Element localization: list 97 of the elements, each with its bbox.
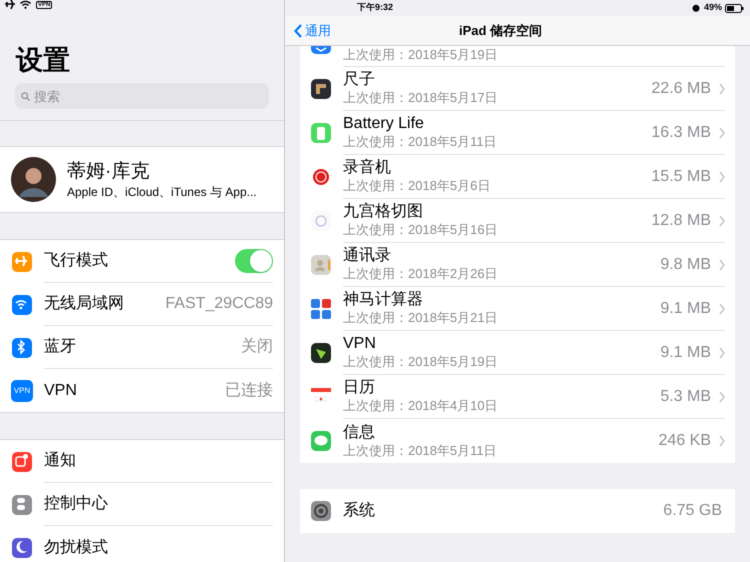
app-size: 246 KB <box>658 431 711 451</box>
app-row[interactable]: Battery Life 上次使用：2018年5月11日 16.3 MB <box>300 111 735 155</box>
airplane-icon <box>5 0 15 9</box>
app-size: 5.3 MB <box>660 386 711 406</box>
app-name: 录音机 <box>343 158 392 177</box>
app-name: Battery Life <box>343 114 425 133</box>
app-size: 9.8 MB <box>660 254 711 274</box>
vpn-icon: VPN <box>11 380 33 402</box>
setting-label: 通知 <box>44 450 77 471</box>
app-icon <box>310 78 332 100</box>
app-row[interactable]: 日历 上次使用：2018年4月10日 5.3 MB <box>300 375 735 419</box>
setting-label: VPN <box>44 380 78 400</box>
last-used-date: 上次使用：2018年5月19日 <box>343 353 499 371</box>
settings-row[interactable]: 无线局域网 FAST_29CC89 <box>0 283 284 326</box>
setting-value: 关闭 <box>241 336 273 357</box>
last-used-date: 上次使用：2018年5月6日 <box>343 177 492 195</box>
battery-icon <box>725 4 744 12</box>
system-size: 6.75 GB <box>663 501 722 521</box>
profile-row[interactable]: 蒂姆·库克 Apple ID、iCloud、iTunes 与 App... <box>0 146 284 213</box>
app-name: 九宫格切图 <box>343 202 424 221</box>
search-field[interactable]: 搜索 <box>15 83 269 109</box>
last-used-date: 上次使用：2018年5月11日 <box>343 442 498 460</box>
chevron-icon <box>719 214 725 226</box>
battery-percent: 49% <box>704 1 722 14</box>
chevron-icon <box>719 82 725 94</box>
app-name: 通讯录 <box>343 246 392 265</box>
last-used-date: 上次使用：2018年4月10日 <box>343 397 499 415</box>
last-used-date: 上次使用：2018年5月17日 <box>343 89 499 107</box>
app-row[interactable]: 通讯录 上次使用：2018年2月26日 9.8 MB <box>300 243 735 287</box>
app-size: 22.6 MB <box>651 78 711 98</box>
app-row[interactable]: 信息 上次使用：2018年5月11日 246 KB <box>300 419 735 463</box>
chevron-icon <box>719 258 725 270</box>
search-icon <box>21 92 30 101</box>
app-row[interactable]: VPN 上次使用：2018年5月19日 9.1 MB <box>300 331 735 375</box>
app-size: 9.1 MB <box>660 298 711 318</box>
alarm-icon <box>692 4 700 12</box>
airplane-icon <box>11 250 33 272</box>
system-label: 系统 <box>343 500 376 521</box>
settings-row[interactable]: 勿扰模式 <box>0 526 284 562</box>
setting-label: 勿扰模式 <box>44 538 109 558</box>
settings-row[interactable]: VPN VPN 已连接 <box>0 369 284 412</box>
toggle-switch[interactable] <box>235 249 273 273</box>
app-size: 15.5 MB <box>651 166 711 186</box>
app-icon <box>310 122 332 144</box>
app-icon <box>310 166 332 188</box>
chevron-icon <box>719 346 725 358</box>
settings-row[interactable]: 飞行模式 <box>0 240 284 283</box>
app-size: 9.1 MB <box>660 342 711 362</box>
profile-subtitle: Apple ID、iCloud、iTunes 与 App... <box>67 184 257 200</box>
chevron-icon <box>719 302 725 314</box>
wifi-icon <box>20 0 31 9</box>
wifi-icon <box>11 294 33 316</box>
app-icon <box>310 298 332 320</box>
app-size: 12.8 MB <box>651 210 711 230</box>
avatar-icon <box>11 157 56 202</box>
chevron-icon <box>719 435 725 447</box>
settings-row[interactable]: 蓝牙 关闭 <box>0 326 284 369</box>
app-row[interactable]: 神马计算器 上次使用：2018年5月21日 9.1 MB <box>300 287 735 331</box>
chevron-icon <box>719 126 725 138</box>
switches-icon <box>11 494 33 516</box>
settings-row[interactable]: 控制中心 <box>0 483 284 526</box>
moon-icon <box>11 536 33 558</box>
gear-icon <box>310 500 332 522</box>
app-row[interactable]: 录音机 上次使用：2018年5月6日 15.5 MB <box>300 155 735 199</box>
settings-row[interactable]: 通知 <box>0 440 284 483</box>
app-name: VPN <box>343 334 377 353</box>
app-size: 16.3 MB <box>651 122 711 142</box>
back-button[interactable]: 通用 <box>285 20 331 40</box>
setting-value: FAST_29CC89 <box>165 294 273 314</box>
setting-value: 已连接 <box>225 380 273 400</box>
app-row[interactable]: 九宫格切图 上次使用：2018年5月16日 12.8 MB <box>300 199 735 243</box>
last-used-date: 上次使用：2018年5月11日 <box>343 133 498 151</box>
app-name: 尺子 <box>343 70 376 89</box>
setting-label: 飞行模式 <box>44 250 109 271</box>
last-used-date: 上次使用：2018年5月16日 <box>343 221 499 239</box>
status-time: 下午9:32 <box>357 1 394 14</box>
app-name: 信息 <box>343 422 376 442</box>
back-chevron-icon <box>294 24 302 38</box>
setting-label: 控制中心 <box>44 494 109 514</box>
bluetooth-icon <box>11 336 33 358</box>
app-name: 日历 <box>343 378 376 397</box>
app-row[interactable]: 尺子 上次使用：2018年5月17日 22.6 MB <box>300 67 735 111</box>
nav-title: iPad 储存空间 <box>459 22 542 40</box>
app-icon <box>310 430 332 452</box>
chevron-icon <box>719 390 725 402</box>
setting-label: 蓝牙 <box>44 336 77 357</box>
chevron-icon <box>719 170 725 182</box>
setting-label: 无线局域网 <box>44 294 125 314</box>
settings-title: 设置 <box>14 44 71 77</box>
last-used-date: 上次使用：2018年5月19日 <box>343 46 499 64</box>
app-name: 神马计算器 <box>343 290 424 309</box>
last-used-date: 上次使用：2018年2月26日 <box>343 265 499 283</box>
app-icon <box>310 342 332 364</box>
notification-icon <box>11 450 33 472</box>
app-icon <box>310 254 332 276</box>
profile-name: 蒂姆·库克 <box>67 160 150 184</box>
last-used-date: 上次使用：2018年5月21日 <box>343 309 499 327</box>
